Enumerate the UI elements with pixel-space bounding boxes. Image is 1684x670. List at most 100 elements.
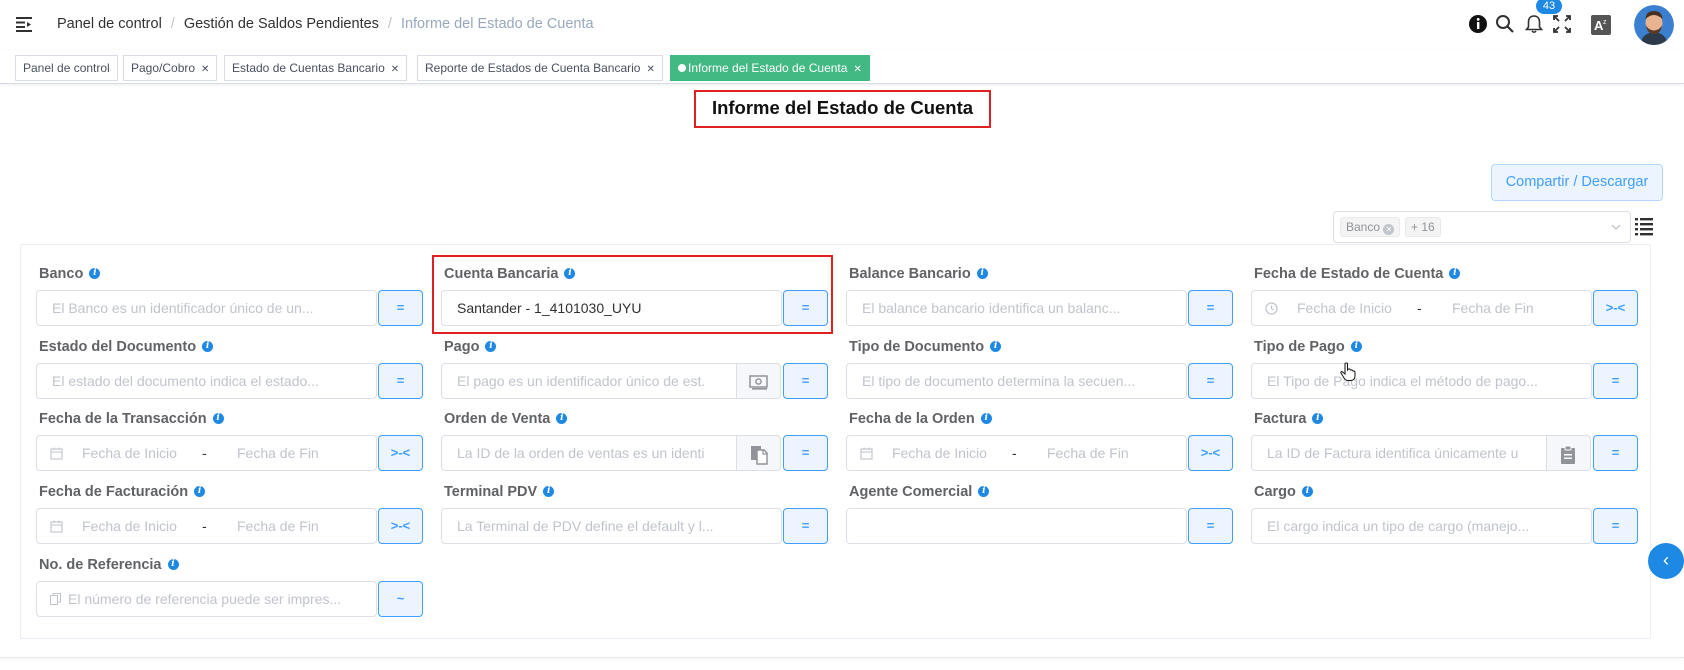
tipo-pago-input[interactable]: El Tipo de Pago indica el método de pago… <box>1251 363 1592 399</box>
avatar[interactable] <box>1634 5 1674 45</box>
info-icon[interactable]: i <box>1312 413 1324 424</box>
operator-button[interactable]: = <box>783 435 828 471</box>
field-label: Fecha de la Orden i <box>849 411 992 427</box>
pago-lookup-button[interactable] <box>737 363 781 399</box>
bell-icon[interactable] <box>1524 14 1544 34</box>
close-icon[interactable]: ✕ <box>1383 224 1395 235</box>
close-icon[interactable]: ✕ <box>201 64 209 75</box>
no-referencia-input[interactable]: El número de referencia puede ser impres… <box>36 581 377 617</box>
fullscreen-icon[interactable] <box>1552 14 1572 34</box>
info-icon[interactable]: i <box>980 413 992 424</box>
breadcrumb-separator: / <box>170 16 175 32</box>
orden-venta-lookup-button[interactable] <box>737 435 781 471</box>
breadcrumb: Panel de control / Gestión de Saldos Pen… <box>57 16 594 32</box>
range-separator: - <box>1417 300 1422 316</box>
notification-count-badge: 43 <box>1536 0 1562 14</box>
column-more-tag: + 16 <box>1405 217 1441 237</box>
tab-reporte-estados-cuenta[interactable]: Reporte de Estados de Cuenta Bancario ✕ <box>417 55 663 81</box>
orden-venta-input[interactable]: La ID de la orden de ventas es un identi <box>441 435 737 471</box>
close-icon[interactable]: ✕ <box>391 64 399 75</box>
tipo-documento-input[interactable]: El tipo de documento determina la secuen… <box>846 363 1187 399</box>
breadcrumb-item-current: Informe del Estado de Cuenta <box>400 16 594 32</box>
range-end: Fecha de Fin <box>1452 300 1534 316</box>
terminal-pdv-input[interactable]: La Terminal de PDV define el default y l… <box>441 508 782 544</box>
search-icon[interactable] <box>1495 14 1515 34</box>
info-icon[interactable]: i <box>978 486 990 497</box>
operator-button[interactable]: = <box>1188 290 1233 326</box>
share-download-button[interactable]: Compartir / Descargar <box>1491 164 1663 201</box>
tab-informe-estado-cuenta[interactable]: Informe del Estado de Cuenta ✕ <box>670 55 870 81</box>
field-label: Tipo de Pago i <box>1254 339 1362 355</box>
tab-estado-cuentas-bancario[interactable]: Estado de Cuentas Bancario ✕ <box>224 55 408 81</box>
operator-button[interactable]: = <box>1593 435 1638 471</box>
field-factura: Factura i La ID de Factura identifica úni… <box>1251 411 1638 477</box>
field-label: Fecha de Facturación i <box>39 484 206 500</box>
tab-panel-de-control[interactable]: Panel de control <box>15 55 118 81</box>
info-icon[interactable]: i <box>167 559 179 570</box>
operator-button[interactable]: >-< <box>1188 435 1233 471</box>
breadcrumb-item-gestion[interactable]: Gestión de Saldos Pendientes <box>184 16 379 32</box>
fecha-estado-range-picker[interactable]: Fecha de Inicio - Fecha de Fin <box>1251 290 1592 326</box>
info-icon[interactable] <box>1468 14 1488 34</box>
info-icon[interactable]: i <box>194 486 206 497</box>
operator-button[interactable]: = <box>1188 508 1233 544</box>
operator-button[interactable]: = <box>1188 363 1233 399</box>
pago-input[interactable]: El pago es un identificador único de est… <box>441 363 737 399</box>
hamburger-menu-icon[interactable] <box>14 14 34 34</box>
tab-label: Reporte de Estados de Cuenta Bancario <box>425 61 641 75</box>
operator-button[interactable]: = <box>378 290 423 326</box>
operator-button[interactable]: >-< <box>378 508 423 544</box>
info-icon[interactable]: i <box>543 486 555 497</box>
banco-input[interactable]: El Banco es un identificador único de un… <box>36 290 377 326</box>
info-icon[interactable]: i <box>89 268 101 279</box>
documents-icon <box>751 446 768 465</box>
operator-button[interactable]: = <box>783 363 828 399</box>
field-label: Balance Bancario i <box>849 266 988 282</box>
active-dot-icon <box>678 64 686 72</box>
info-icon[interactable]: i <box>976 268 988 279</box>
tab-label: Pago/Cobro <box>131 61 196 75</box>
cargo-input[interactable]: El cargo indica un tipo de cargo (manejo… <box>1251 508 1592 544</box>
list-icon[interactable] <box>1635 216 1653 236</box>
field-label: Tipo de Documento i <box>849 339 1002 355</box>
info-icon[interactable]: i <box>990 341 1002 352</box>
tab-label: Panel de control <box>23 61 110 75</box>
tab-pago-cobro[interactable]: Pago/Cobro ✕ <box>123 55 218 81</box>
field-label: Pago i <box>444 339 497 355</box>
highlight-box <box>432 255 833 334</box>
info-icon[interactable]: i <box>212 413 224 424</box>
operator-button[interactable]: >-< <box>378 435 423 471</box>
agente-comercial-select[interactable] <box>846 508 1187 544</box>
info-icon[interactable]: i <box>556 413 568 424</box>
balance-bancario-input[interactable]: El balance bancario identifica un balanc… <box>846 290 1187 326</box>
factura-input[interactable]: La ID de Factura identifica únicamente u <box>1251 435 1547 471</box>
chevron-left-icon[interactable]: ‹ <box>1648 543 1684 579</box>
breadcrumb-item-panel[interactable]: Panel de control <box>57 16 162 32</box>
close-icon[interactable]: ✕ <box>646 64 654 75</box>
info-icon[interactable]: i <box>1449 268 1461 279</box>
column-filter-select[interactable]: Banco ✕ + 16 <box>1333 211 1631 243</box>
info-icon[interactable]: i <box>1350 341 1362 352</box>
info-icon[interactable]: i <box>1301 486 1313 497</box>
tags-view-bar: Panel de control Pago/Cobro ✕ Estado de C… <box>0 50 1684 84</box>
field-estado-documento: Estado del Documento i El estado del docu… <box>36 339 423 405</box>
operator-button[interactable]: = <box>783 508 828 544</box>
field-label: Fecha de Estado de Cuenta i <box>1254 266 1461 282</box>
close-icon[interactable]: ✕ <box>853 64 861 75</box>
operator-button[interactable]: = <box>378 363 423 399</box>
operator-button[interactable]: = <box>1593 363 1638 399</box>
operator-button[interactable]: >-< <box>1593 290 1638 326</box>
range-separator: - <box>1012 445 1017 461</box>
estado-documento-input[interactable]: El estado del documento indica el estado… <box>36 363 377 399</box>
fecha-transaccion-range-picker[interactable]: Fecha de Inicio - Fecha de Fin <box>36 435 377 471</box>
factura-lookup-button[interactable] <box>1547 435 1591 471</box>
info-icon[interactable]: i <box>485 341 497 352</box>
operator-button[interactable]: = <box>1593 508 1638 544</box>
language-icon[interactable]: A z <box>1591 15 1611 35</box>
info-icon[interactable]: i <box>202 341 214 352</box>
fecha-orden-range-picker[interactable]: Fecha de Inicio - Fecha de Fin <box>846 435 1187 471</box>
content-bottom-divider <box>0 657 1684 658</box>
calendar-icon <box>50 447 63 460</box>
operator-button[interactable]: ~ <box>378 581 423 617</box>
fecha-facturacion-range-picker[interactable]: Fecha de Inicio - Fecha de Fin <box>36 508 377 544</box>
